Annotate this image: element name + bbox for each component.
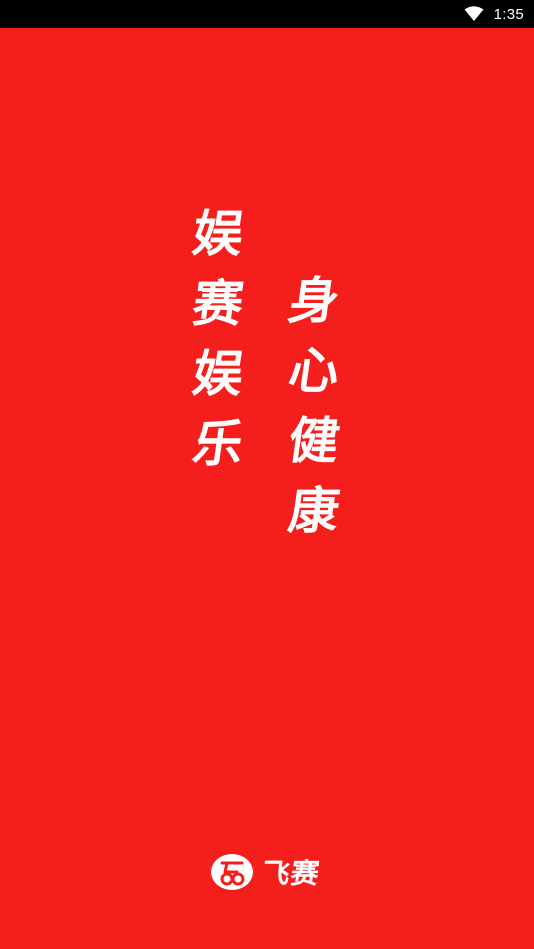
status-bar-right: 1:35 — [464, 0, 524, 28]
slogan-char: 娱 — [188, 345, 248, 403]
slogan-char: 娱 — [188, 205, 248, 263]
slogan-char: 赛 — [188, 275, 248, 333]
slogan-right-column: 身 心 健 康 — [285, 266, 343, 546]
slogan-char: 乐 — [188, 415, 248, 473]
slogan-char: 心 — [284, 342, 344, 400]
status-time: 1:35 — [493, 5, 524, 23]
brand-name: 飞赛 — [259, 857, 323, 890]
splash-screen: 1:35 娱 赛 娱 乐 身 心 健 康 飞赛 — [0, 0, 534, 949]
wifi-icon — [464, 6, 484, 21]
slogan-char: 身 — [284, 272, 344, 330]
slogan-char: 康 — [284, 482, 344, 540]
slogan-left-column: 娱 赛 娱 乐 — [189, 199, 247, 479]
feisai-logo-icon — [211, 854, 253, 890]
status-bar: 1:35 — [0, 0, 534, 28]
slogan-char: 健 — [284, 412, 344, 470]
brand-lockup: 飞赛 — [210, 852, 323, 892]
